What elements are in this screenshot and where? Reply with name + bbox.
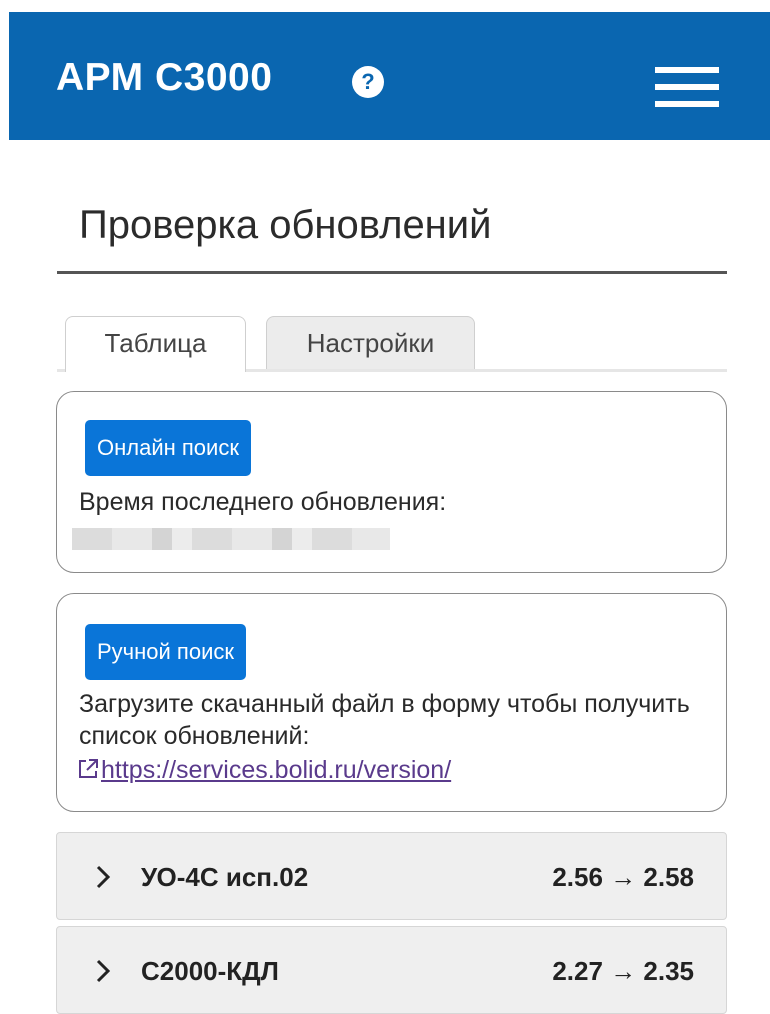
manual-search-card: Ручной поиск Загрузите скачанный файл в … [56,593,727,812]
menu-bar-line [655,101,719,107]
online-search-button[interactable]: Онлайн поиск [85,420,251,476]
menu-bar-line [655,84,719,90]
last-update-label: Время последнего обновления: [79,488,447,516]
chevron-right-icon [96,865,111,889]
update-item[interactable]: С2000-КДЛ 2.27 → 2.35 [56,926,727,1014]
app-title: АРМ С3000 [56,56,273,99]
services-link[interactable]: https://services.bolid.ru/version/ [77,754,451,786]
hamburger-menu-icon[interactable] [655,67,719,107]
help-icon[interactable]: ? [352,66,384,98]
update-version: 2.56 → 2.58 [552,862,694,892]
redacted-timestamp [72,528,390,550]
top-bar: АРМ С3000 ? [9,12,770,140]
page-title: Проверка обновлений [79,203,492,247]
update-version: 2.27 → 2.35 [552,956,694,986]
external-link-icon [79,759,98,778]
update-device-name: С2000-КДЛ [141,956,279,986]
tab-table[interactable]: Таблица [65,316,246,372]
online-search-card: Онлайн поиск Время последнего обновления… [56,391,727,573]
services-link-text[interactable]: https://services.bolid.ru/version/ [101,756,451,784]
update-item[interactable]: УО-4С исп.02 2.56 → 2.58 [56,832,727,920]
title-divider [57,271,727,274]
manual-search-description: Загрузите скачанный файл в форму чтобы п… [79,690,690,750]
menu-bar-line [655,67,719,73]
tab-settings[interactable]: Настройки [266,316,475,370]
update-device-name: УО-4С исп.02 [141,862,309,892]
chevron-right-icon [96,959,111,983]
manual-search-button[interactable]: Ручной поиск [85,624,246,680]
